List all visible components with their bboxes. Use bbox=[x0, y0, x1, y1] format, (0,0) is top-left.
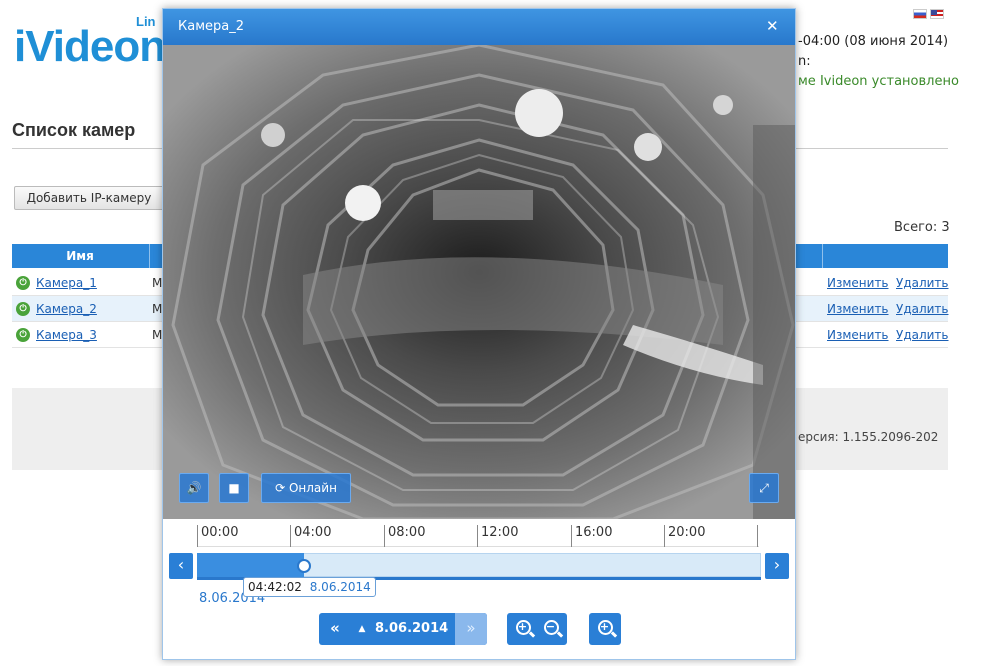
zoom-out-icon: − bbox=[543, 619, 559, 635]
playhead-tooltip: 04:42:02 8.06.2014 bbox=[243, 577, 376, 597]
edit-link[interactable]: Изменить bbox=[827, 328, 889, 342]
column-name[interactable]: Имя bbox=[12, 244, 148, 268]
tick-label: 12:00 bbox=[477, 525, 518, 547]
logo-subtitle: Lin bbox=[136, 14, 156, 29]
camera-link[interactable]: Камера_2 bbox=[36, 302, 97, 316]
header-colon-text: n: bbox=[798, 54, 811, 69]
delete-link[interactable]: Удалить bbox=[896, 328, 949, 342]
delete-link[interactable]: Удалить bbox=[896, 276, 949, 290]
zoom-in-button[interactable]: + bbox=[509, 613, 537, 645]
flag-ru-icon[interactable] bbox=[913, 9, 927, 19]
tooltip-time: 04:42:02 bbox=[248, 580, 302, 594]
camera-link[interactable]: Камера_1 bbox=[36, 276, 97, 290]
timeline-progress bbox=[197, 553, 304, 577]
column-separator bbox=[149, 244, 150, 268]
logo: iVideon bbox=[14, 22, 166, 71]
page-title: Список камер bbox=[12, 120, 136, 140]
column-separator bbox=[822, 244, 823, 268]
tick-label: 00:00 bbox=[197, 525, 238, 547]
edit-link[interactable]: Изменить bbox=[827, 302, 889, 316]
tick-label: 16:00 bbox=[571, 525, 612, 547]
power-icon[interactable]: ⏻ bbox=[16, 276, 30, 290]
tooltip-date: 8.06.2014 bbox=[309, 580, 371, 594]
camera-model: M bbox=[152, 328, 163, 342]
stop-button[interactable]: ■ bbox=[219, 473, 249, 503]
modal-header: Камера_2 ✕ bbox=[163, 9, 795, 45]
zoom-out-button[interactable]: − bbox=[537, 613, 565, 645]
video-player[interactable]: 🔊 ■ ⟳ Онлайн ⤢ bbox=[163, 45, 795, 519]
timeline-ticks: 00:00 04:00 08:00 12:00 16:00 20:00 bbox=[197, 521, 759, 547]
camera-link[interactable]: Камера_3 bbox=[36, 328, 97, 342]
modal-title: Камера_2 bbox=[178, 19, 244, 34]
add-ip-camera-button[interactable]: Добавить IP-камеру bbox=[14, 186, 164, 210]
camera-total: Всего: 3 bbox=[894, 220, 950, 235]
date-nav-label[interactable]: 8.06.2014 bbox=[375, 613, 448, 645]
timeline-track[interactable]: ‹ › bbox=[169, 553, 789, 580]
video-frame bbox=[163, 45, 795, 519]
fullscreen-icon: ⤢ bbox=[759, 481, 769, 495]
delete-link[interactable]: Удалить bbox=[896, 302, 949, 316]
prev-day-button[interactable]: « bbox=[319, 613, 351, 645]
zoom-reset-button[interactable]: + bbox=[591, 613, 619, 645]
zoom-in-icon: + bbox=[515, 619, 531, 635]
tick-label: 20:00 bbox=[664, 525, 705, 547]
fullscreen-button[interactable]: ⤢ bbox=[749, 473, 779, 503]
power-icon[interactable]: ⏻ bbox=[16, 328, 30, 342]
power-icon[interactable]: ⏻ bbox=[16, 302, 30, 316]
tick-label: 04:00 bbox=[290, 525, 331, 547]
flag-us-icon[interactable] bbox=[930, 9, 944, 19]
language-flags bbox=[913, 9, 944, 19]
tick-mark bbox=[757, 525, 761, 547]
calendar-toggle-icon[interactable]: ▲ bbox=[355, 613, 369, 645]
version-text: ерсия: 1.155.2096-202 bbox=[798, 430, 939, 444]
timeline-next-button[interactable]: › bbox=[765, 553, 789, 579]
edit-link[interactable]: Изменить bbox=[827, 276, 889, 290]
volume-button[interactable]: 🔊 bbox=[179, 473, 209, 503]
timeline-prev-button[interactable]: ‹ bbox=[169, 553, 193, 579]
playhead-icon[interactable] bbox=[297, 559, 311, 573]
online-label: Онлайн bbox=[288, 481, 337, 495]
refresh-icon: ⟳ bbox=[275, 481, 286, 495]
tick-label: 08:00 bbox=[384, 525, 425, 547]
close-icon[interactable]: ✕ bbox=[766, 17, 779, 35]
zoom-reset-icon: + bbox=[597, 619, 613, 635]
camera-model: M bbox=[152, 302, 163, 316]
next-day-button[interactable]: » bbox=[455, 613, 487, 645]
date-navigator: « ▲ 8.06.2014 » bbox=[319, 613, 487, 645]
header-time: -04:00 (08 июня 2014) bbox=[798, 34, 949, 49]
online-button[interactable]: ⟳ Онлайн bbox=[261, 473, 351, 503]
header-status: ме Ivideon установлено bbox=[798, 74, 959, 89]
camera-model: M bbox=[152, 276, 163, 290]
zoom-group: + − bbox=[507, 613, 567, 645]
camera-modal: Камера_2 ✕ 🔊 ■ ⟳ Онлайн ⤢ 00:00 04:00 08… bbox=[162, 8, 796, 660]
zoom-reset-group: + bbox=[589, 613, 621, 645]
